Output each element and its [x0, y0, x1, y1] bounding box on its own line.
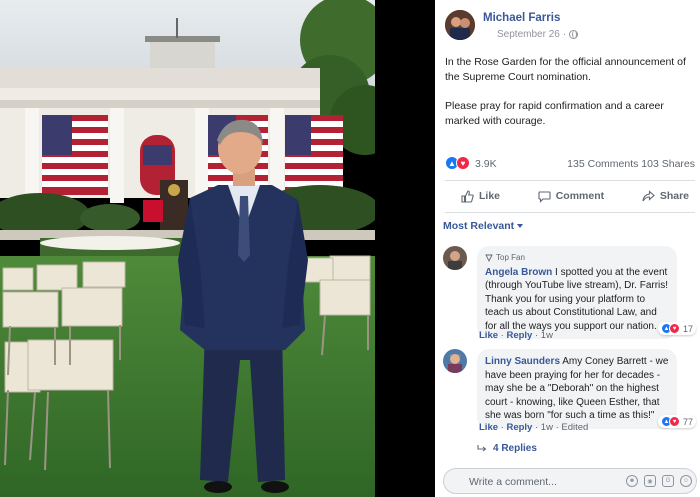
flag-left [42, 115, 108, 195]
view-replies-link[interactable]: 4 Replies [477, 443, 537, 454]
post-details-panel: Michael Farris September 26 · In the Ros… [435, 0, 700, 497]
post-paragraph: In the Rose Garden for the official anno… [445, 56, 686, 83]
love-icon: ♥ [456, 156, 470, 170]
rose-garden-photo [0, 0, 375, 497]
commenter-avatar[interactable] [443, 246, 467, 270]
like-button[interactable]: Like [461, 189, 501, 203]
share-label: Share [659, 190, 689, 202]
post-photo[interactable] [0, 0, 375, 497]
post-header: Michael Farris September 26 · [445, 10, 695, 46]
globe-icon [569, 30, 579, 39]
comment-bubble: Linny Saunders Amy Coney Barrett - we ha… [477, 349, 677, 429]
comment-sort-dropdown[interactable]: Most Relevant [443, 220, 524, 232]
facebook-photo-viewer: Michael Farris September 26 · In the Ros… [0, 0, 700, 497]
comment-like-link[interactable]: Like [479, 422, 498, 433]
reaction-icons[interactable]: ▲ ♥ [445, 156, 470, 170]
author-avatar[interactable] [445, 10, 475, 40]
sort-label: Most Relevant [443, 220, 515, 232]
comments-shares-count[interactable]: 135 Comments 103 Shares [567, 158, 695, 170]
composer-icons: ☻ ◉ G ☺ [626, 475, 692, 487]
gif-icon[interactable]: G [662, 475, 674, 487]
post-paragraph: Please pray for rapid confirmation and a… [445, 100, 664, 127]
post-actions: Like Comment Share [445, 181, 695, 211]
comment-reply-link[interactable]: Reply [506, 422, 532, 433]
chevron-down-icon [517, 224, 524, 228]
comment-reaction-count: 17 [682, 323, 693, 334]
sticker-icon[interactable]: ☺ [680, 475, 692, 487]
top-fan-icon [485, 254, 493, 262]
comment-time[interactable]: 1w [541, 330, 553, 341]
replies-label: 4 Replies [493, 443, 537, 454]
reply-arrow-icon [477, 445, 487, 452]
post-meta: September 26 · [497, 29, 579, 40]
like-label: Like [479, 190, 501, 202]
viewer-gutter [375, 0, 435, 497]
comment-reply-link[interactable]: Reply [506, 330, 532, 341]
comment-label: Comment [555, 190, 605, 202]
comment-time[interactable]: 1w [541, 422, 553, 433]
camera-icon[interactable]: ◉ [644, 475, 656, 487]
comment-actions: Like · Reply · 1w · Edited [479, 422, 589, 433]
post-date[interactable]: September 26 [497, 29, 560, 40]
comment-reactions[interactable]: ▲ ♥ 17 [657, 322, 696, 335]
share-button[interactable]: Share [642, 189, 689, 203]
divider [445, 212, 695, 213]
commenter-name[interactable]: Angela Brown [485, 267, 552, 278]
comment-reaction-count: 77 [682, 416, 693, 427]
reaction-stats: ▲ ♥ 3.9K 135 Comments 103 Shares [445, 156, 695, 172]
comment-button[interactable]: Comment [538, 190, 604, 203]
comment-edited-label[interactable]: Edited [561, 422, 588, 433]
commenter-name[interactable]: Linny Saunders [485, 356, 560, 367]
commenter-avatar[interactable] [443, 349, 467, 373]
speech-bubble-icon [538, 190, 551, 203]
comment-bubble: Top Fan Angela Brown I spotted you at th… [477, 246, 677, 339]
comment-like-link[interactable]: Like [479, 330, 498, 341]
top-fan-badge: Top Fan [485, 251, 669, 265]
share-arrow-icon [642, 189, 655, 201]
thumb-icon [461, 189, 474, 203]
emoji-icon[interactable]: ☻ [626, 475, 638, 487]
comment-reactions[interactable]: ▲ ♥ 77 [657, 415, 696, 428]
post-body: In the Rose Garden for the official anno… [445, 55, 695, 143]
reaction-count[interactable]: 3.9K [475, 158, 497, 170]
comment-input-placeholder[interactable]: Write a comment... [469, 476, 557, 488]
flag-right [285, 115, 343, 195]
love-icon: ♥ [668, 416, 680, 427]
author-name-link[interactable]: Michael Farris [483, 12, 560, 24]
comment-actions: Like · Reply · 1w [479, 330, 553, 341]
love-icon: ♥ [668, 323, 680, 334]
